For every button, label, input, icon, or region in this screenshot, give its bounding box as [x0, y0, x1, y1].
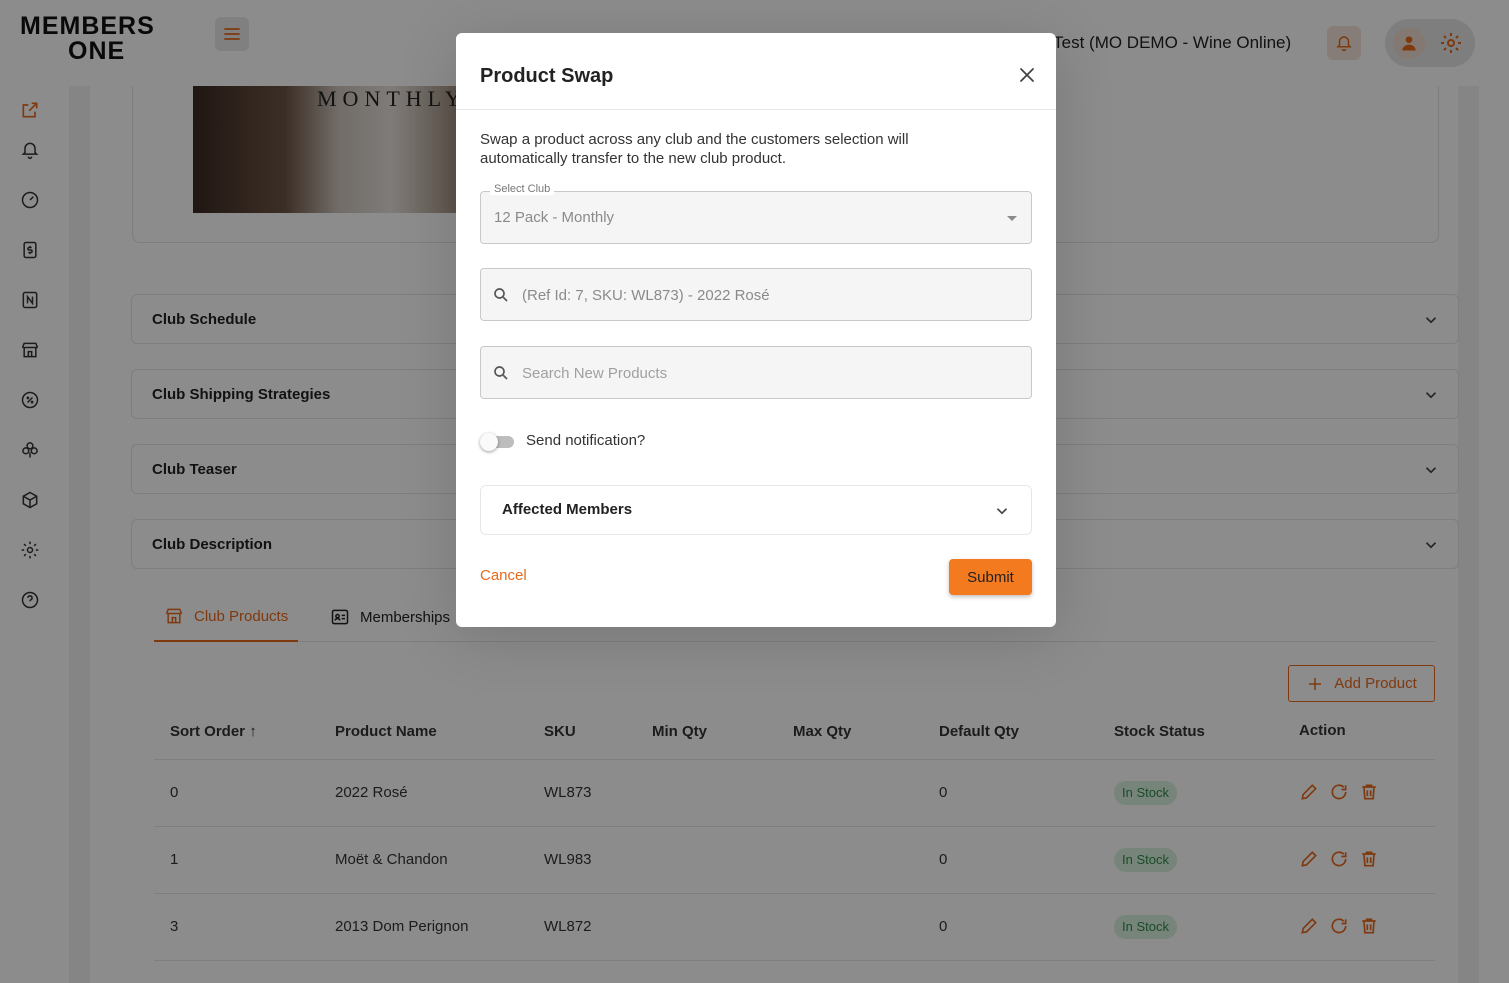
toggle-thumb — [480, 433, 498, 451]
affected-members-accordion[interactable]: Affected Members — [480, 485, 1032, 535]
select-club-label: Select Club — [490, 183, 555, 195]
send-notification-label: Send notification? — [526, 432, 646, 449]
product-swap-modal: Product Swap Swap a product across any c… — [456, 33, 1056, 627]
modal-description: Swap a product across any club and the c… — [480, 131, 909, 167]
search-icon — [494, 366, 508, 380]
modal-header: Product Swap — [456, 33, 1056, 110]
new-product-search[interactable] — [480, 346, 1032, 399]
new-product-input[interactable] — [522, 362, 1012, 384]
modal-title: Product Swap — [480, 65, 614, 87]
app-root: MEMBERS ONE t Test (MO DEMO - Wine Onlin… — [0, 0, 1509, 983]
submit-button[interactable]: Submit — [949, 559, 1032, 595]
close-button[interactable] — [1017, 65, 1037, 85]
select-club-dropdown[interactable]: Select Club 12 Pack - Monthly — [480, 183, 1032, 244]
affected-members-title: Affected Members — [502, 501, 633, 518]
search-icon — [494, 288, 508, 302]
send-notification-toggle[interactable] — [480, 433, 516, 451]
cancel-button[interactable]: Cancel — [480, 567, 527, 584]
current-product-field[interactable] — [480, 268, 1032, 321]
close-icon — [1020, 68, 1034, 82]
caret-down-icon — [1007, 216, 1017, 221]
current-product-input[interactable] — [522, 284, 1012, 306]
chevron-down-icon — [996, 508, 1008, 515]
select-club-value: 12 Pack - Monthly — [494, 209, 615, 226]
